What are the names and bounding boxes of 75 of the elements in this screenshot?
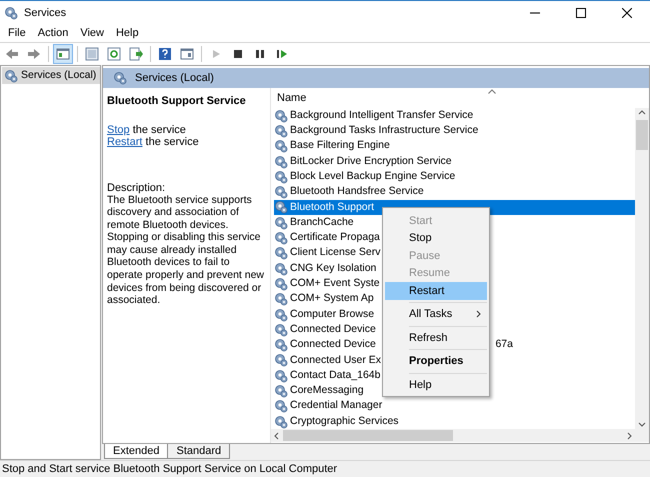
service-name[interactable]: BitLocker Drive Encryption Service [290, 154, 452, 170]
menu-item[interactable]: Stop [385, 230, 487, 247]
service-name[interactable]: Computer Browse [290, 306, 374, 322]
service-name[interactable]: BranchCache [290, 214, 354, 231]
tree-item[interactable]: Services (Local) [2, 67, 100, 84]
gear-icon [4, 68, 18, 82]
service-name[interactable]: Connected User Ex [290, 352, 382, 368]
status-bar: Stop and Start service Bluetooth Support Service on Local Computer [0, 460, 650, 477]
menu-item[interactable]: File [2, 25, 32, 42]
gear-icon [274, 368, 288, 383]
service-name[interactable]: COM+ Event Syste [290, 276, 380, 292]
menu-item[interactable]: Help [110, 25, 145, 42]
action-text: the service [144, 136, 199, 148]
description-label: Description: [107, 182, 166, 194]
window-title: Services [24, 6, 66, 21]
gear-icon [274, 170, 288, 184]
gear-icon [274, 108, 288, 123]
gear-icon [4, 6, 18, 20]
close-icon[interactable] [622, 8, 632, 18]
service-name[interactable]: Contact Data_164b [290, 368, 380, 384]
pane-title: Services (Local) [135, 70, 214, 86]
menu-item[interactable]: Restart [385, 282, 487, 300]
gear-icon [274, 292, 288, 306]
maximize-icon[interactable] [576, 8, 586, 18]
service-name[interactable]: Client License Serv [290, 245, 380, 262]
gear-icon [274, 124, 288, 138]
gear-icon [274, 308, 288, 322]
gear-icon [274, 384, 288, 398]
gear-icon [274, 353, 288, 368]
description-text: The Bluetooth service supports discovery and association of remote Bluetooth devices. Stopping or disabling this service may cause already installed Bluetooth devices to fail to operate properly and prevent new devices from being discovered or associated. [107, 194, 266, 307]
service-name[interactable]: Bluetooth Handsfree Service [290, 184, 424, 200]
action-text: the service [132, 124, 186, 136]
gear-icon [113, 71, 127, 85]
scroll-thumb[interactable] [283, 430, 453, 442]
service-name[interactable]: Credential Manager [290, 398, 382, 414]
service-name[interactable]: CoreMessaging [290, 383, 364, 399]
gear-icon [274, 414, 288, 429]
gear-icon [274, 185, 288, 200]
gear-icon [274, 262, 288, 276]
scroll-thumb[interactable] [636, 120, 648, 150]
service-name[interactable]: Cryptographic Services [290, 414, 399, 430]
column-header[interactable]: Name [277, 90, 306, 106]
gear-icon [274, 399, 288, 414]
service-name[interactable]: Block Level Backup Engine Service [290, 168, 456, 185]
service-name[interactable]: Connected Device [290, 337, 376, 353]
service-name[interactable]: 67a [495, 337, 513, 353]
gear-icon [274, 246, 288, 260]
gear-icon [274, 338, 288, 352]
service-link[interactable]: Stop [107, 124, 130, 136]
tab[interactable]: Extended [104, 444, 168, 460]
gear-icon [274, 200, 288, 214]
menu-item[interactable]: Properties [385, 352, 487, 370]
service-link[interactable]: Restart [107, 136, 142, 148]
vertical-scrollbar[interactable] [635, 108, 649, 430]
menu-item[interactable]: Action [32, 25, 74, 42]
gear-icon [274, 216, 288, 230]
service-name[interactable]: CNG Key Isolation [290, 260, 376, 276]
service-name[interactable]: Background Intelligent Transfer Service [290, 108, 474, 124]
gear-icon [274, 322, 288, 337]
service-name[interactable]: Connected Device [290, 322, 376, 338]
horizontal-scrollbar[interactable] [271, 429, 649, 442]
service-name[interactable]: Background Tasks Infrastructure Service [290, 123, 478, 139]
menu-item[interactable]: Refresh [385, 329, 487, 346]
menu-item[interactable]: All Tasks [385, 306, 487, 323]
service-title: Bluetooth Support Service [107, 94, 247, 109]
service-name[interactable]: Certificate Propaga [290, 230, 380, 246]
gear-icon [274, 231, 288, 246]
tab[interactable]: Standard [167, 444, 230, 460]
service-name[interactable]: Base Filtering Engine [290, 138, 390, 154]
menu-item[interactable]: Help [385, 376, 487, 394]
gear-icon [274, 139, 288, 154]
service-name[interactable]: COM+ System Ap [290, 291, 374, 308]
menu-item[interactable]: View [74, 25, 110, 42]
gear-icon [274, 154, 288, 169]
gear-icon [274, 276, 288, 291]
